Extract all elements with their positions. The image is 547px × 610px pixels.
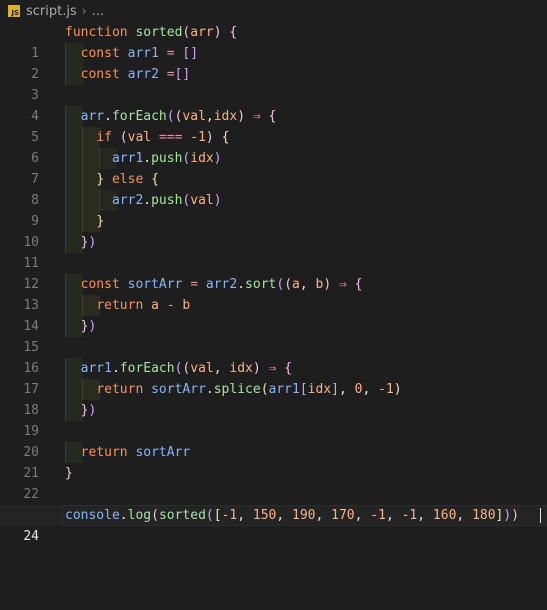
- code-line[interactable]: 3 const arr2 =[]: [0, 64, 547, 103]
- breadcrumb-file[interactable]: script.js: [26, 4, 77, 19]
- code-line[interactable]: 7 arr1.push(idx): [0, 148, 547, 187]
- code-line[interactable]: 23: [0, 484, 547, 523]
- chevron-right-icon: ›: [81, 4, 87, 18]
- code-line[interactable]: 15 }): [0, 316, 547, 355]
- code-line[interactable]: 13 const sortArr = arr2.sort((a, b) ⇒ {: [0, 274, 547, 313]
- code-line[interactable]: 12: [0, 253, 547, 292]
- code-line[interactable]: 18 return sortArr.splice(arr1[idx], 0, -…: [0, 379, 547, 418]
- code-line[interactable]: 19 }): [0, 400, 547, 439]
- line-number: 24: [23, 529, 39, 544]
- code-line[interactable]: 2 const arr1 = []: [0, 43, 547, 82]
- code-line[interactable]: 10 }: [0, 211, 547, 250]
- breadcrumb-more[interactable]: ...: [92, 4, 104, 19]
- code-line[interactable]: 16: [0, 337, 547, 376]
- code-line[interactable]: 6 if (val === -1) {: [0, 127, 547, 166]
- code-line[interactable]: 5 arr.forEach((val,idx) ⇒ {: [0, 106, 547, 145]
- code-editor[interactable]: 1 function sorted(arr) { 2 const arr1 = …: [0, 22, 547, 544]
- code-line[interactable]: 21 return sortArr: [0, 442, 547, 481]
- breadcrumb: JS script.js › ...: [0, 0, 547, 22]
- code-line[interactable]: 17 arr1.forEach((val, idx) ⇒ {: [0, 358, 547, 397]
- code-line-active[interactable]: 24 console.log(sorted([-1, 150, 190, 170…: [0, 505, 547, 544]
- code-line[interactable]: 11 }): [0, 232, 547, 271]
- code-line[interactable]: 9 arr2.push(val): [0, 190, 547, 229]
- code-line[interactable]: 22 }: [0, 463, 547, 502]
- code-line[interactable]: 14 return a - b: [0, 295, 547, 334]
- js-file-icon: JS: [8, 5, 20, 17]
- code-line[interactable]: 20: [0, 421, 547, 460]
- code-line[interactable]: 8 } else {: [0, 169, 547, 208]
- text-cursor: [540, 508, 541, 523]
- code-line[interactable]: 1 function sorted(arr) {: [0, 22, 547, 61]
- code-line[interactable]: 4: [0, 85, 547, 124]
